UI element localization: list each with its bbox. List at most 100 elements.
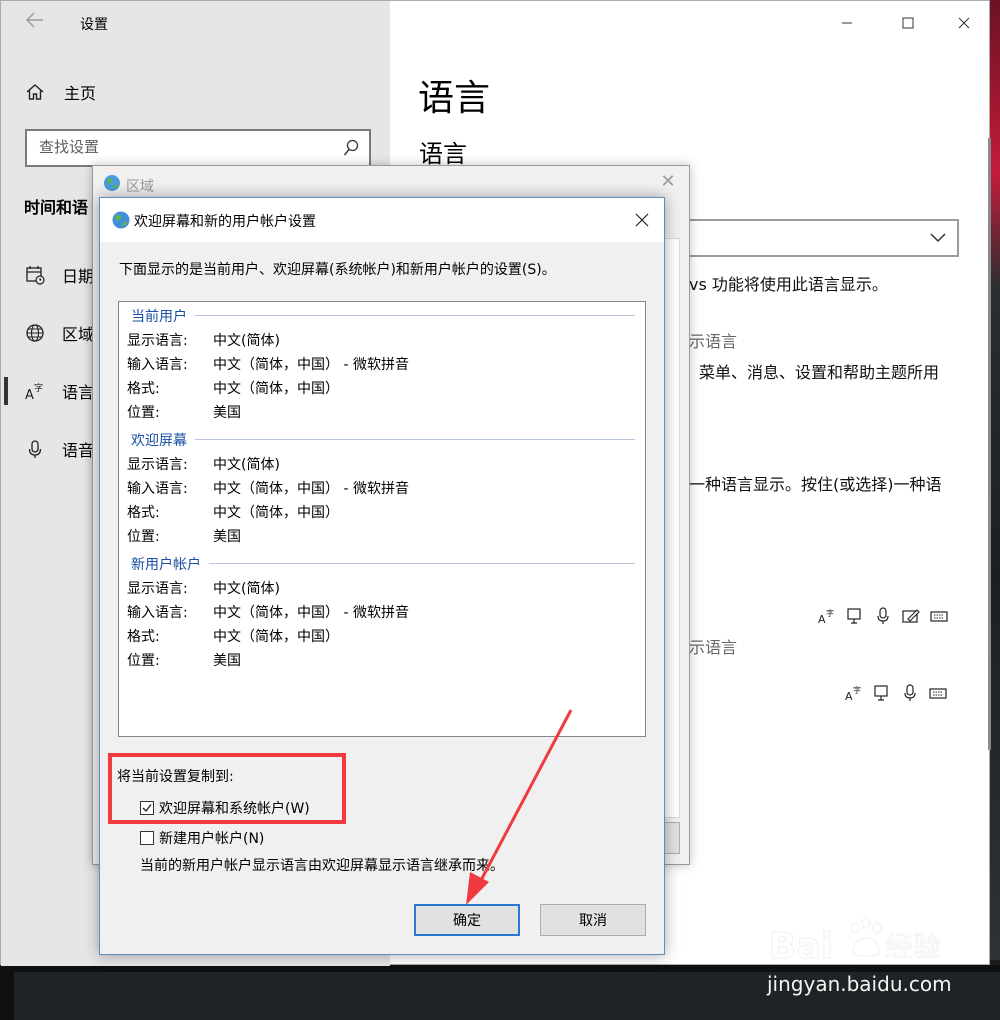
minimize-button[interactable] (824, 1, 870, 45)
ok-button[interactable]: 确定 (414, 904, 520, 936)
cancel-button[interactable]: 取消 (540, 904, 646, 936)
section-divider (209, 563, 635, 564)
section-divider (195, 315, 635, 316)
row-value: 中文（简体，中国） - 微软拼音 (213, 357, 409, 373)
row-label: 输入语言: (127, 481, 188, 497)
row-label: 显示语言: (127, 457, 188, 473)
nav-selection-indicator (4, 377, 8, 405)
page-title: 语言 (418, 78, 491, 119)
bg-description-line: 一种语言显示。按住(或选择)一种语 (689, 475, 942, 494)
nav-item-label: 日期 (62, 267, 95, 286)
row-value: 中文(简体) (213, 457, 280, 473)
section-heading-welcome-screen: 欢迎屏幕 (131, 433, 187, 449)
row-label: 格式: (127, 505, 160, 521)
bg-subheading: 示语言 (689, 332, 738, 351)
row-value: 美国 (213, 405, 241, 421)
nav-item-language[interactable]: A字 语言 (25, 378, 94, 404)
scrollbar[interactable] (988, 138, 991, 750)
close-button[interactable] (941, 1, 987, 45)
section-title: 语言 (419, 140, 467, 168)
nav-home[interactable]: 主页 (25, 79, 96, 105)
settings-summary-list[interactable]: 当前用户 显示语言: 中文(简体) 输入语言: 中文（简体，中国） - 微软拼音… (118, 301, 646, 737)
language-features-icons: A字 (845, 684, 947, 702)
row-label: 位置: (127, 653, 160, 669)
section-heading-current-user: 当前用户 (131, 309, 187, 325)
row-label: 位置: (127, 405, 160, 421)
speech-recognition-icon (874, 607, 892, 625)
row-label: 输入语言: (127, 357, 188, 373)
row-value: 美国 (213, 529, 241, 545)
row-value: 美国 (213, 653, 241, 669)
nav-item-label: 语言 (62, 383, 95, 402)
keyboard-icon (930, 607, 948, 625)
dialog-titlebar: 欢迎屏幕和新的用户帐户设置 (100, 198, 664, 242)
row-label: 输入语言: (127, 605, 188, 621)
section-heading-new-user-account: 新用户帐户 (131, 557, 201, 573)
calendar-clock-icon (25, 265, 45, 285)
text-to-speech-icon (873, 684, 891, 702)
watermark-url: jingyan.baidu.com (767, 972, 952, 996)
nav-item-label: 语音 (62, 441, 95, 460)
bg-description-line: vs 功能将使用此语言显示。 (689, 275, 888, 294)
row-value: 中文（简体，中国） - 微软拼音 (213, 605, 409, 621)
search-icon[interactable] (343, 139, 359, 157)
text-to-speech-icon (846, 607, 864, 625)
chevron-down-icon (929, 227, 947, 247)
settings-search[interactable] (25, 129, 371, 167)
back-arrow-icon[interactable] (26, 12, 44, 34)
svg-text:A: A (845, 690, 853, 702)
baidu-watermark: Bai 经验 jingyan.baidu.com (767, 910, 997, 1020)
search-input[interactable] (39, 138, 329, 156)
home-icon (25, 82, 45, 102)
globe-icon (111, 210, 131, 230)
nav-item-speech[interactable]: 语音 (25, 436, 94, 462)
dialog-title: 欢迎屏幕和新的用户帐户设置 (134, 214, 316, 230)
annotation-highlight-box (108, 753, 346, 824)
language-icon: A字 (25, 381, 45, 401)
dialog-description: 下面显示的是当前用户、欢迎屏幕(系统帐户)和新用户帐户的设置(S)。 (119, 262, 556, 278)
globe-icon (103, 174, 121, 192)
microphone-icon (25, 439, 45, 459)
globe-icon (25, 323, 45, 343)
row-value: 中文（简体，中国） (213, 629, 339, 645)
nav-home-label: 主页 (64, 84, 97, 103)
row-label: 格式: (127, 381, 160, 397)
maximize-button[interactable] (885, 1, 931, 45)
windows-display-language-select[interactable] (661, 219, 959, 257)
close-icon[interactable] (626, 204, 658, 236)
svg-text:经验: 经验 (885, 930, 941, 963)
handwriting-icon (902, 607, 920, 625)
nav-item-region[interactable]: 区域 (25, 320, 94, 346)
nav-section-heading: 时间和语 (24, 198, 89, 217)
svg-text:字: 字 (826, 608, 834, 618)
svg-text:字: 字 (34, 382, 43, 394)
display-language-icon: A字 (818, 607, 836, 625)
svg-text:Bai: Bai (769, 926, 833, 967)
row-label: 格式: (127, 629, 160, 645)
svg-text:字: 字 (853, 685, 861, 695)
row-value: 中文(简体) (213, 333, 280, 349)
checkbox-label[interactable]: 新建用户帐户(N) (159, 828, 264, 848)
nav-item-date[interactable]: 日期 (25, 262, 94, 288)
row-label: 显示语言: (127, 581, 188, 597)
section-divider (195, 439, 635, 440)
window-title: 设置 (80, 17, 108, 33)
speech-recognition-icon (901, 684, 919, 702)
keyboard-icon (929, 684, 947, 702)
new-user-checkbox-row[interactable]: 新建用户帐户(N) (140, 828, 264, 848)
svg-text:A: A (25, 388, 34, 401)
row-value: 中文（简体，中国） - 微软拼音 (213, 481, 409, 497)
nav-item-label: 区域 (62, 325, 95, 344)
row-value: 中文(简体) (213, 581, 280, 597)
language-features-icons: A字 (818, 607, 948, 625)
bg-subheading: 示语言 (689, 638, 738, 657)
svg-text:A: A (818, 613, 826, 625)
baidu-logo: Bai 经验 (768, 917, 942, 968)
close-icon[interactable]: ✕ (657, 171, 679, 193)
row-value: 中文（简体，中国） (213, 505, 339, 521)
display-language-icon: A字 (845, 684, 863, 702)
inheritance-note: 当前的新用户帐户显示语言由欢迎屏幕显示语言继承而来。 (140, 858, 504, 874)
new-user-checkbox[interactable] (140, 831, 154, 845)
row-label: 显示语言: (127, 333, 188, 349)
row-label: 位置: (127, 529, 160, 545)
